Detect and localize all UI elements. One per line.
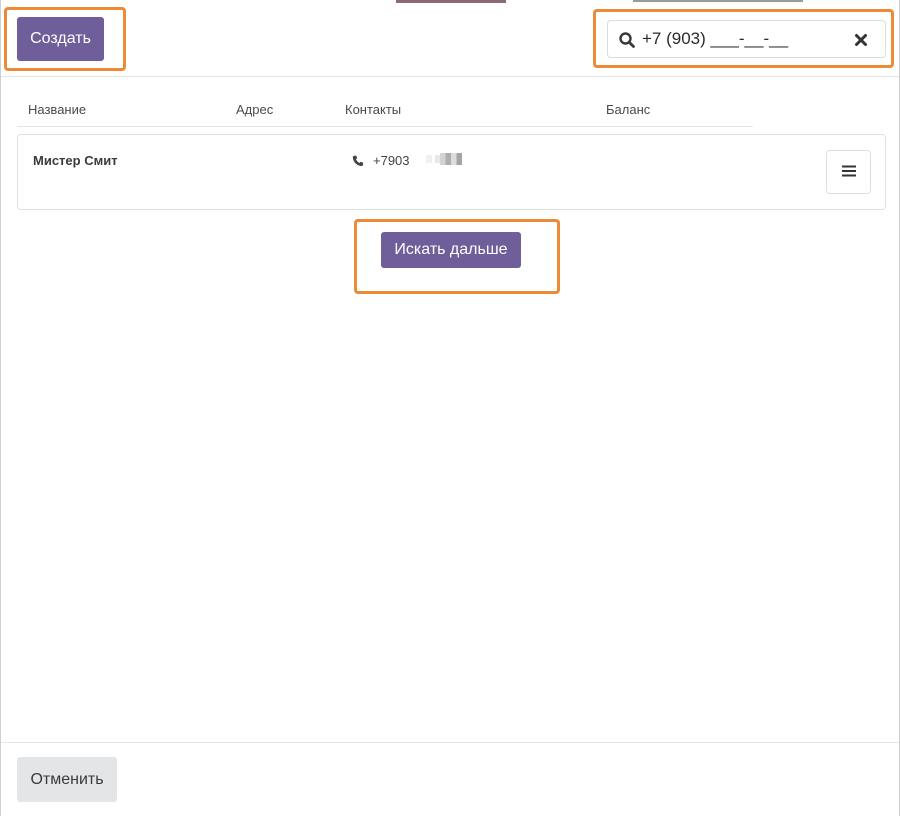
search-more-button[interactable]: Искать дальше <box>381 232 521 268</box>
create-button[interactable]: Создать <box>17 17 104 61</box>
column-header-contacts: Контакты <box>345 102 402 117</box>
row-phone: +7903 <box>373 153 410 168</box>
row-menu-button[interactable] <box>826 150 871 194</box>
redacted-digits <box>440 153 462 165</box>
column-header-address: Адрес <box>236 102 274 117</box>
column-header-balance: Баланс <box>606 102 651 117</box>
column-header-name: Название <box>28 102 87 117</box>
phone-icon <box>352 154 364 167</box>
dialog-header: Создать <box>1 0 899 77</box>
cancel-button[interactable]: Отменить <box>17 757 117 802</box>
divider <box>17 126 753 127</box>
hamburger-menu-icon <box>841 164 857 181</box>
search-icon <box>618 31 636 49</box>
close-icon[interactable] <box>852 31 870 49</box>
footer-divider <box>1 742 899 743</box>
search-box[interactable] <box>607 20 886 58</box>
row-name: Мистер Смит <box>33 153 118 168</box>
dialog: Создать Название Адрес Контакты Баланс <box>0 0 900 816</box>
table-row[interactable]: Мистер Смит +7903 <box>17 134 886 210</box>
search-input[interactable] <box>642 21 842 57</box>
